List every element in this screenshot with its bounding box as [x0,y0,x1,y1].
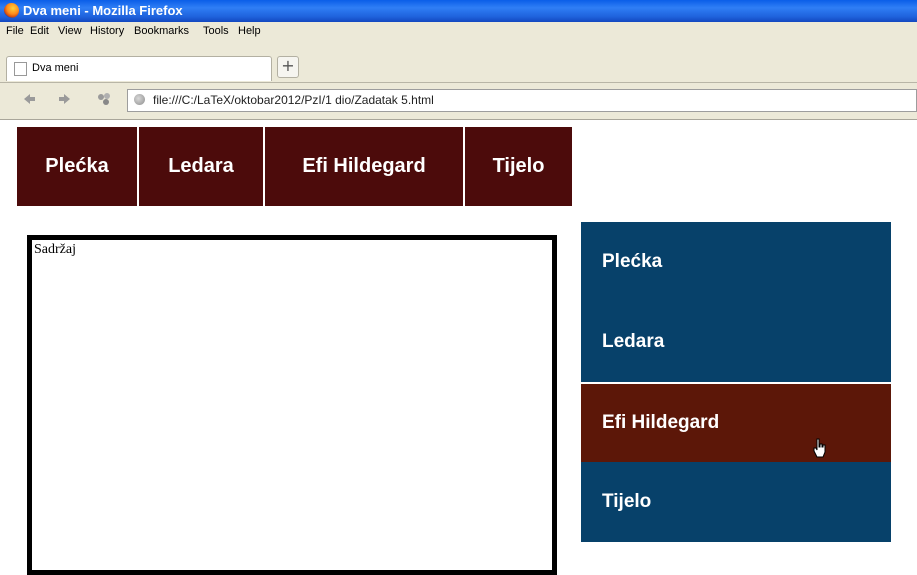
menu-tools[interactable]: Tools [203,25,229,37]
tab-dva-meni[interactable]: Dva meni [6,56,272,81]
window-title: Dva meni - Mozilla Firefox [23,3,183,18]
menu-file[interactable]: File [6,25,24,37]
top-menu-item-ledara[interactable]: Ledara [139,127,265,206]
hand-cursor-icon [813,438,826,458]
top-menu-item-plecka[interactable]: Plećka [17,127,139,206]
side-menu: Plećka Ledara Efi Hildegard Tijelo [581,222,891,542]
side-menu-item-tijelo[interactable]: Tijelo [581,462,891,542]
firefox-icon [4,3,19,18]
side-menu-item-label: Efi Hildegard [602,412,720,433]
url-text[interactable]: file:///C:/LaTeX/oktobar2012/PzI/1 dio/Z… [153,93,434,107]
content-text: Sadržaj [34,242,76,257]
side-menu-item-efi-hildegard[interactable]: Efi Hildegard [581,382,891,462]
tab-bar: Dva meni + [0,42,917,83]
back-arrow-icon[interactable] [22,91,36,110]
content-box: Sadržaj [27,235,557,575]
page-icon [14,62,27,76]
menu-help[interactable]: Help [238,25,261,37]
url-bar[interactable]: file:///C:/LaTeX/oktobar2012/PzI/1 dio/Z… [127,89,917,112]
menu-bookmarks[interactable]: Bookmarks [134,25,189,37]
forward-arrow-icon[interactable] [58,91,72,110]
tab-label: Dva meni [32,62,79,74]
menu-view[interactable]: View [58,25,82,37]
menu-edit[interactable]: Edit [30,25,49,37]
top-menu-item-tijelo[interactable]: Tijelo [465,127,572,206]
globe-icon [134,94,145,105]
menu-bar: File Edit View History Bookmarks Tools H… [0,22,917,42]
navigation-bar: file:///C:/LaTeX/oktobar2012/PzI/1 dio/Z… [0,83,917,120]
top-menu: Plećka Ledara Efi Hildegard Tijelo [17,127,572,206]
menu-history[interactable]: History [90,25,124,37]
window-titlebar: Dva meni - Mozilla Firefox [0,0,917,22]
side-menu-item-plecka[interactable]: Plećka [581,222,891,302]
top-menu-item-efi-hildegard[interactable]: Efi Hildegard [265,127,465,206]
new-tab-button[interactable]: + [277,56,299,78]
page-content: Plećka Ledara Efi Hildegard Tijelo Sadrž… [0,120,917,575]
side-menu-item-ledara[interactable]: Ledara [581,302,891,382]
home-icon[interactable] [96,91,112,110]
